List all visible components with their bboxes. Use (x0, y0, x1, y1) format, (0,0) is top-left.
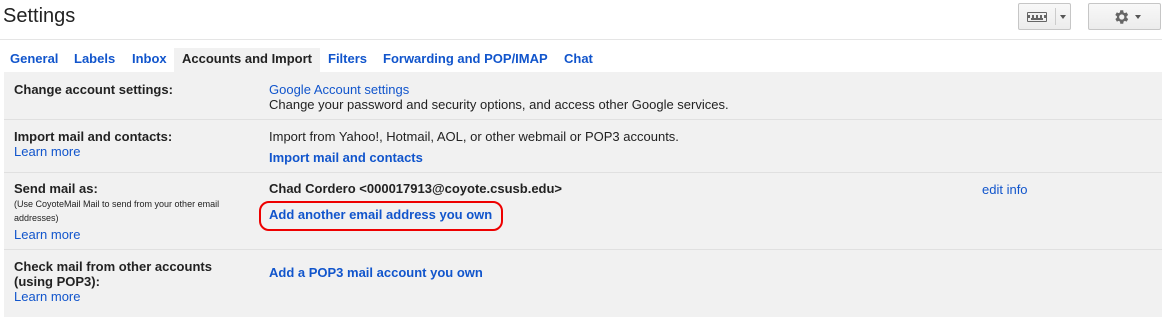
chevron-down-icon (1135, 15, 1141, 19)
import-mail-and-contacts-link[interactable]: Import mail and contacts (269, 150, 423, 165)
settings-button[interactable] (1088, 3, 1161, 30)
row-divider (4, 119, 1162, 120)
tab-general[interactable]: General (2, 48, 66, 72)
check-mail-label-line2: (using POP3): (14, 274, 100, 289)
keyboard-icon (1027, 12, 1047, 22)
send-mail-learn-more-link[interactable]: Learn more (14, 227, 80, 242)
add-pop3-account-link[interactable]: Add a POP3 mail account you own (269, 265, 483, 280)
send-mail-note-line1: (Use CoyoteMail Mail to send from your o… (14, 199, 220, 209)
google-account-settings-link[interactable]: Google Account settings (269, 82, 409, 97)
change-account-description: Change your password and security option… (269, 97, 729, 112)
tab-inbox[interactable]: Inbox (124, 48, 175, 72)
page-title: Settings (3, 5, 76, 27)
send-mail-note-line2: addresses) (14, 213, 59, 223)
button-divider (1055, 8, 1056, 25)
input-tools-button[interactable] (1018, 3, 1071, 30)
edit-info-link[interactable]: edit info (982, 182, 1028, 197)
import-mail-label: Import mail and contacts: (14, 129, 173, 144)
gear-icon (1115, 10, 1129, 24)
tab-accounts-and-import[interactable]: Accounts and Import (174, 48, 320, 72)
tab-chat[interactable]: Chat (556, 48, 601, 72)
send-mail-as-label: Send mail as: (14, 181, 98, 196)
check-mail-label-line1: Check mail from other accounts (14, 259, 212, 274)
tab-filters[interactable]: Filters (320, 48, 375, 72)
tab-forwarding-pop-imap[interactable]: Forwarding and POP/IMAP (375, 48, 556, 72)
highlight-annotation (259, 201, 503, 231)
check-mail-learn-more-link[interactable]: Learn more (14, 289, 80, 304)
import-learn-more-link[interactable]: Learn more (14, 144, 80, 159)
tab-labels[interactable]: Labels (66, 48, 123, 72)
row-divider (4, 172, 1162, 173)
change-account-label: Change account settings: (14, 82, 173, 97)
settings-panel: Change account settings: Google Account … (4, 72, 1162, 317)
import-description: Import from Yahoo!, Hotmail, AOL, or oth… (269, 129, 679, 144)
header-divider (0, 39, 1162, 40)
chevron-down-icon[interactable] (1060, 15, 1066, 19)
row-divider (4, 249, 1162, 250)
send-from-address: Chad Cordero <000017913@coyote.csusb.edu… (269, 181, 563, 196)
